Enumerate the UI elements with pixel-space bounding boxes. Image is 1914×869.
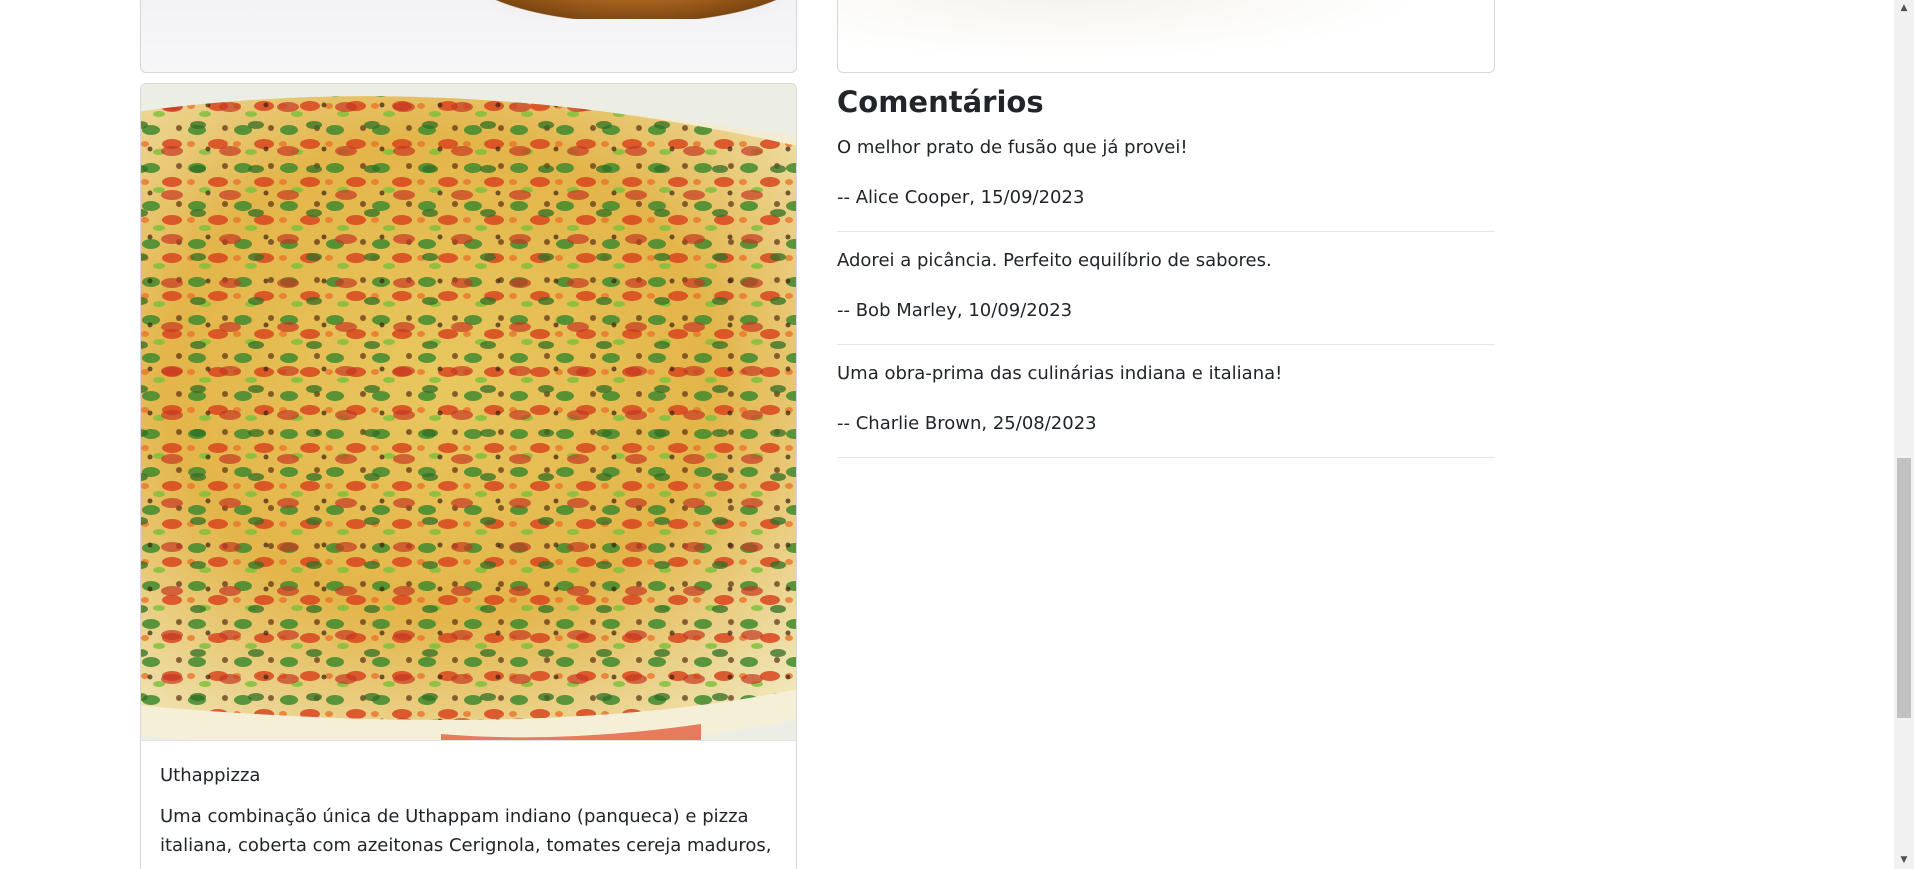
comment-text: Adorei a picância. Perfeito equilíbrio d… [837, 250, 1272, 271]
dish-detail-card [837, 0, 1495, 73]
arrow-up-icon[interactable]: ▲ [1894, 0, 1914, 17]
dish-title: Uthappizza [160, 765, 261, 786]
comment-text: Uma obra-prima das culinárias indiana e … [837, 363, 1283, 384]
vertical-scrollbar[interactable]: ▲ ▼ [1894, 0, 1914, 869]
comment-item: O melhor prato de fusão que já provei! -… [837, 135, 1495, 232]
comments-heading: Comentários [837, 85, 1044, 119]
comment-item: Adorei a picância. Perfeito equilíbrio d… [837, 248, 1495, 345]
previous-dish-image [471, 0, 796, 19]
previous-dish-card[interactable] [140, 0, 797, 73]
dish-image [141, 84, 796, 740]
comment-author: -- Alice Cooper, 15/09/2023 [837, 187, 1085, 208]
dish-card-body: Uthappizza Uma combinação única de Uthap… [141, 740, 796, 860]
comment-item: Uma obra-prima das culinárias indiana e … [837, 361, 1495, 458]
comment-author: -- Charlie Brown, 25/08/2023 [837, 413, 1097, 434]
comments-section: Comentários O melhor prato de fusão que … [837, 82, 1495, 474]
page-viewport: Uthappizza Uma combinação única de Uthap… [0, 0, 1914, 869]
scrollbar-thumb[interactable] [1897, 458, 1911, 718]
dish-description: Uma combinação única de Uthappam indiano… [160, 806, 772, 856]
arrow-down-icon[interactable]: ▼ [1894, 852, 1914, 869]
dish-card[interactable]: Uthappizza Uma combinação única de Uthap… [140, 83, 797, 869]
comment-text: O melhor prato de fusão que já provei! [837, 137, 1188, 158]
comment-author: -- Bob Marley, 10/09/2023 [837, 300, 1073, 321]
